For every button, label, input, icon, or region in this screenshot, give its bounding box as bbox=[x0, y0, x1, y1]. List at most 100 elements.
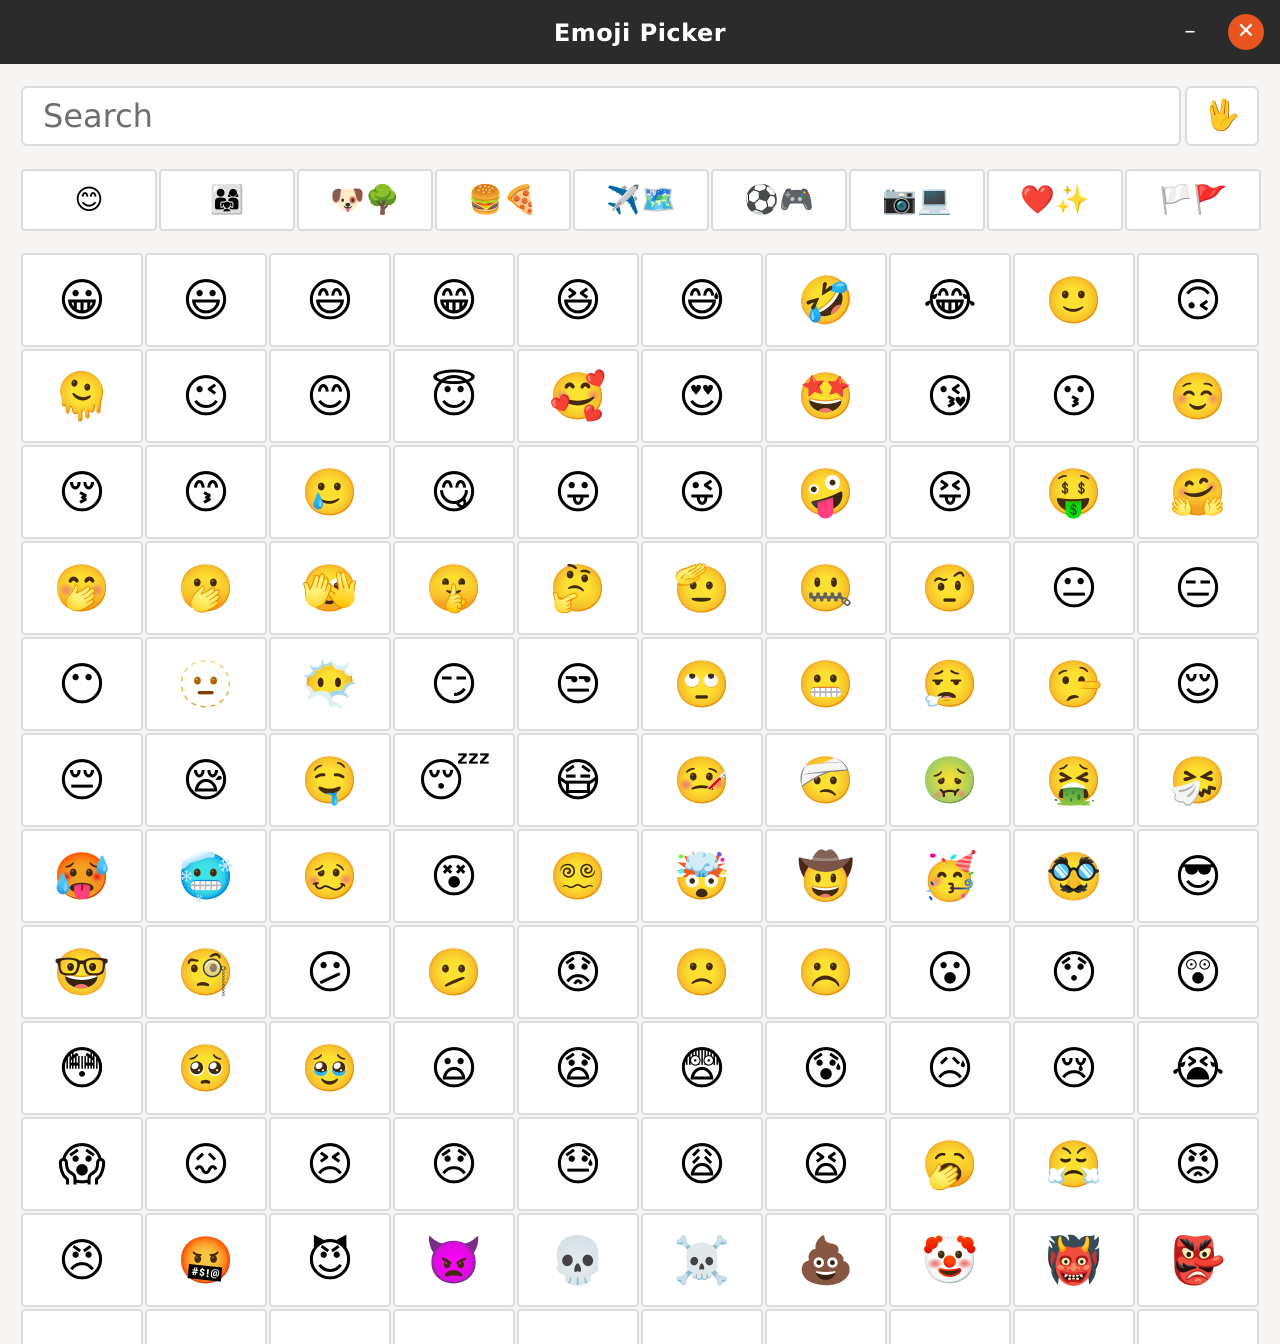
emoji-button[interactable]: 🥸 bbox=[1013, 829, 1135, 923]
emoji-button[interactable]: 🥵 bbox=[21, 829, 143, 923]
emoji-button[interactable]: 😉 bbox=[145, 349, 267, 443]
emoji-button[interactable]: 🧐 bbox=[145, 925, 267, 1019]
emoji-button[interactable]: 🥰 bbox=[517, 349, 639, 443]
emoji-button[interactable]: 🫥 bbox=[145, 637, 267, 731]
emoji-button[interactable]: 😩 bbox=[641, 1117, 763, 1211]
emoji-button[interactable]: 😢 bbox=[1013, 1021, 1135, 1115]
emoji-button[interactable]: 😫 bbox=[765, 1117, 887, 1211]
emoji-button[interactable]: 😦 bbox=[393, 1021, 515, 1115]
emoji-button[interactable]: 😔 bbox=[21, 733, 143, 827]
emoji-button[interactable]: 😈 bbox=[269, 1213, 391, 1307]
emoji-button[interactable]: 🤪 bbox=[765, 445, 887, 539]
emoji-button[interactable]: 🥳 bbox=[889, 829, 1011, 923]
emoji-button[interactable]: 🤩 bbox=[765, 349, 887, 443]
emoji-button[interactable]: 🥴 bbox=[269, 829, 391, 923]
emoji-button[interactable] bbox=[269, 1309, 391, 1344]
emoji-button[interactable]: 🤭 bbox=[21, 541, 143, 635]
emoji-button[interactable]: 😟 bbox=[517, 925, 639, 1019]
emoji-button[interactable]: 😃 bbox=[145, 253, 267, 347]
emoji-button[interactable]: 😜 bbox=[641, 445, 763, 539]
emoji-button[interactable]: 👹 bbox=[1013, 1213, 1135, 1307]
emoji-button[interactable]: 👿 bbox=[393, 1213, 515, 1307]
emoji-button[interactable] bbox=[393, 1309, 515, 1344]
tab-smileys[interactable]: 😊 bbox=[21, 169, 157, 231]
tab-objects[interactable]: 📷💻 bbox=[849, 169, 985, 231]
emoji-button[interactable] bbox=[765, 1309, 887, 1344]
close-icon[interactable]: ✕ bbox=[1228, 14, 1264, 50]
emoji-button[interactable]: 😍 bbox=[641, 349, 763, 443]
emoji-button[interactable]: ☹️ bbox=[765, 925, 887, 1019]
emoji-button[interactable]: 🙂 bbox=[1013, 253, 1135, 347]
emoji-button[interactable]: 🤬 bbox=[145, 1213, 267, 1307]
emoji-button[interactable]: 🥲 bbox=[269, 445, 391, 539]
emoji-button[interactable]: 😎 bbox=[1137, 829, 1259, 923]
emoji-button[interactable] bbox=[641, 1309, 763, 1344]
emoji-button[interactable]: 🥺 bbox=[145, 1021, 267, 1115]
emoji-button[interactable] bbox=[517, 1309, 639, 1344]
emoji-button[interactable]: ☠️ bbox=[641, 1213, 763, 1307]
emoji-button[interactable]: 😵 bbox=[393, 829, 515, 923]
emoji-button[interactable]: 😬 bbox=[765, 637, 887, 731]
emoji-button[interactable]: 🫡 bbox=[641, 541, 763, 635]
emoji-button[interactable] bbox=[145, 1309, 267, 1344]
emoji-button[interactable]: 😶 bbox=[21, 637, 143, 731]
emoji-button[interactable]: 🙄 bbox=[641, 637, 763, 731]
emoji-button[interactable]: 😏 bbox=[393, 637, 515, 731]
emoji-button[interactable]: 😘 bbox=[889, 349, 1011, 443]
emoji-button[interactable]: 🙃 bbox=[1137, 253, 1259, 347]
emoji-button[interactable]: 🤨 bbox=[889, 541, 1011, 635]
emoji-button[interactable]: 🙁 bbox=[641, 925, 763, 1019]
emoji-button[interactable]: 🤣 bbox=[765, 253, 887, 347]
emoji-button[interactable]: 🤔 bbox=[517, 541, 639, 635]
emoji-button[interactable]: 😷 bbox=[517, 733, 639, 827]
emoji-button[interactable]: 😁 bbox=[393, 253, 515, 347]
emoji-button[interactable] bbox=[889, 1309, 1011, 1344]
emoji-button[interactable]: 🥶 bbox=[145, 829, 267, 923]
emoji-button[interactable]: 🤗 bbox=[1137, 445, 1259, 539]
emoji-button[interactable]: ☺️ bbox=[1137, 349, 1259, 443]
emoji-button[interactable]: 😌 bbox=[1137, 637, 1259, 731]
emoji-button[interactable]: 🤓 bbox=[21, 925, 143, 1019]
emoji-button[interactable]: 😯 bbox=[1013, 925, 1135, 1019]
emoji-button[interactable]: 😖 bbox=[145, 1117, 267, 1211]
emoji-button[interactable]: 😞 bbox=[393, 1117, 515, 1211]
emoji-button[interactable]: 😒 bbox=[517, 637, 639, 731]
emoji-button[interactable]: 🤢 bbox=[889, 733, 1011, 827]
emoji-button[interactable]: 🫠 bbox=[21, 349, 143, 443]
emoji-button[interactable]: 😧 bbox=[517, 1021, 639, 1115]
emoji-button[interactable]: 🤫 bbox=[393, 541, 515, 635]
emoji-button[interactable]: 😇 bbox=[393, 349, 515, 443]
emoji-button[interactable]: 😂 bbox=[889, 253, 1011, 347]
emoji-button[interactable]: 😵‍💫 bbox=[517, 829, 639, 923]
emoji-button[interactable]: 🫢 bbox=[145, 541, 267, 635]
emoji-button[interactable]: 😐 bbox=[1013, 541, 1135, 635]
emoji-button[interactable]: 😭 bbox=[1137, 1021, 1259, 1115]
emoji-button[interactable]: 🤤 bbox=[269, 733, 391, 827]
emoji-button[interactable]: 😶‍🌫️ bbox=[269, 637, 391, 731]
emoji-button[interactable]: 🫤 bbox=[393, 925, 515, 1019]
emoji-button[interactable]: 🤥 bbox=[1013, 637, 1135, 731]
emoji-button[interactable]: 😡 bbox=[1137, 1117, 1259, 1211]
tab-flags[interactable]: 🏳️🚩 bbox=[1125, 169, 1261, 231]
emoji-button[interactable]: 😊 bbox=[269, 349, 391, 443]
emoji-button[interactable]: 💀 bbox=[517, 1213, 639, 1307]
emoji-button[interactable]: 😰 bbox=[765, 1021, 887, 1115]
emoji-button[interactable] bbox=[1137, 1309, 1259, 1344]
minimize-icon[interactable]: – bbox=[1172, 14, 1208, 50]
emoji-button[interactable]: 😀 bbox=[21, 253, 143, 347]
emoji-button[interactable]: 😳 bbox=[21, 1021, 143, 1115]
emoji-button[interactable]: 🤡 bbox=[889, 1213, 1011, 1307]
emoji-button[interactable]: 😨 bbox=[641, 1021, 763, 1115]
emoji-button[interactable]: 🫣 bbox=[269, 541, 391, 635]
emoji-button[interactable]: 🤮 bbox=[1013, 733, 1135, 827]
emoji-button[interactable] bbox=[1013, 1309, 1135, 1344]
emoji-button[interactable]: 🥱 bbox=[889, 1117, 1011, 1211]
emoji-button[interactable]: 😆 bbox=[517, 253, 639, 347]
emoji-button[interactable]: 😚 bbox=[21, 445, 143, 539]
emoji-button[interactable]: 😱 bbox=[21, 1117, 143, 1211]
emoji-button[interactable]: 🤑 bbox=[1013, 445, 1135, 539]
emoji-button[interactable]: 😅 bbox=[641, 253, 763, 347]
tab-people[interactable]: 👨‍👩‍👧 bbox=[159, 169, 295, 231]
skin-tone-button[interactable]: 🖖 bbox=[1185, 86, 1259, 146]
emoji-button[interactable]: 🤒 bbox=[641, 733, 763, 827]
